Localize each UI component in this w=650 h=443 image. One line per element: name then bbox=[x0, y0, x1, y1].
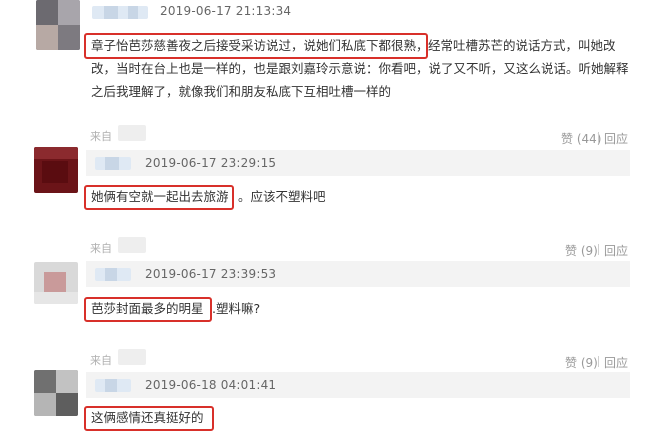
source-blurred[interactable] bbox=[118, 349, 146, 365]
comment-source: 来自 bbox=[90, 354, 112, 367]
like-button[interactable]: 赞 (9) bbox=[565, 242, 598, 259]
comment-source: 来自 bbox=[90, 130, 112, 143]
highlight-box bbox=[84, 406, 214, 431]
like-button[interactable]: 赞 (9) bbox=[565, 354, 598, 371]
comment-timestamp: 2019-06-18 04:01:41 bbox=[145, 378, 277, 392]
comment-text: 。应该不塑料吧 bbox=[238, 189, 326, 204]
username-blurred[interactable] bbox=[95, 157, 131, 170]
comment-source: 来自 bbox=[90, 242, 112, 255]
action-divider bbox=[598, 356, 599, 367]
comment-text: 经常吐槽苏芒的说话方式，叫她改 bbox=[428, 38, 616, 53]
avatar[interactable] bbox=[34, 147, 78, 193]
highlight-box bbox=[84, 185, 234, 210]
action-divider bbox=[598, 244, 599, 255]
reply-button[interactable]: 回应 bbox=[604, 242, 628, 259]
username-blurred[interactable] bbox=[95, 379, 131, 392]
highlight-box bbox=[84, 297, 212, 322]
comment-timestamp: 2019-06-17 23:39:53 bbox=[145, 267, 277, 281]
reply-button[interactable]: 回应 bbox=[604, 354, 628, 371]
avatar[interactable] bbox=[36, 0, 80, 50]
highlight-box bbox=[84, 33, 428, 59]
action-divider bbox=[598, 132, 599, 143]
comment-timestamp: 2019-06-17 23:29:15 bbox=[145, 156, 277, 170]
comment-text: .塑料嘛? bbox=[212, 301, 261, 316]
comment-text: 之后我理解了，就像我们和朋友私底下互相吐槽一样的 bbox=[91, 84, 392, 99]
like-button[interactable]: 赞 (44) bbox=[561, 130, 601, 147]
source-blurred[interactable] bbox=[118, 237, 146, 253]
reply-button[interactable]: 回应 bbox=[604, 130, 628, 147]
username-blurred[interactable] bbox=[95, 268, 131, 281]
source-blurred[interactable] bbox=[118, 125, 146, 141]
avatar[interactable] bbox=[34, 262, 78, 304]
username-blurred[interactable] bbox=[92, 6, 148, 19]
avatar[interactable] bbox=[34, 370, 78, 416]
comment-timestamp: 2019-06-17 21:13:34 bbox=[160, 4, 292, 18]
comment-text: 改，当时在台上也是一样的，也是跟刘嘉玲示意说：你看吧，说了又不听，又这么说话。听… bbox=[91, 61, 629, 76]
